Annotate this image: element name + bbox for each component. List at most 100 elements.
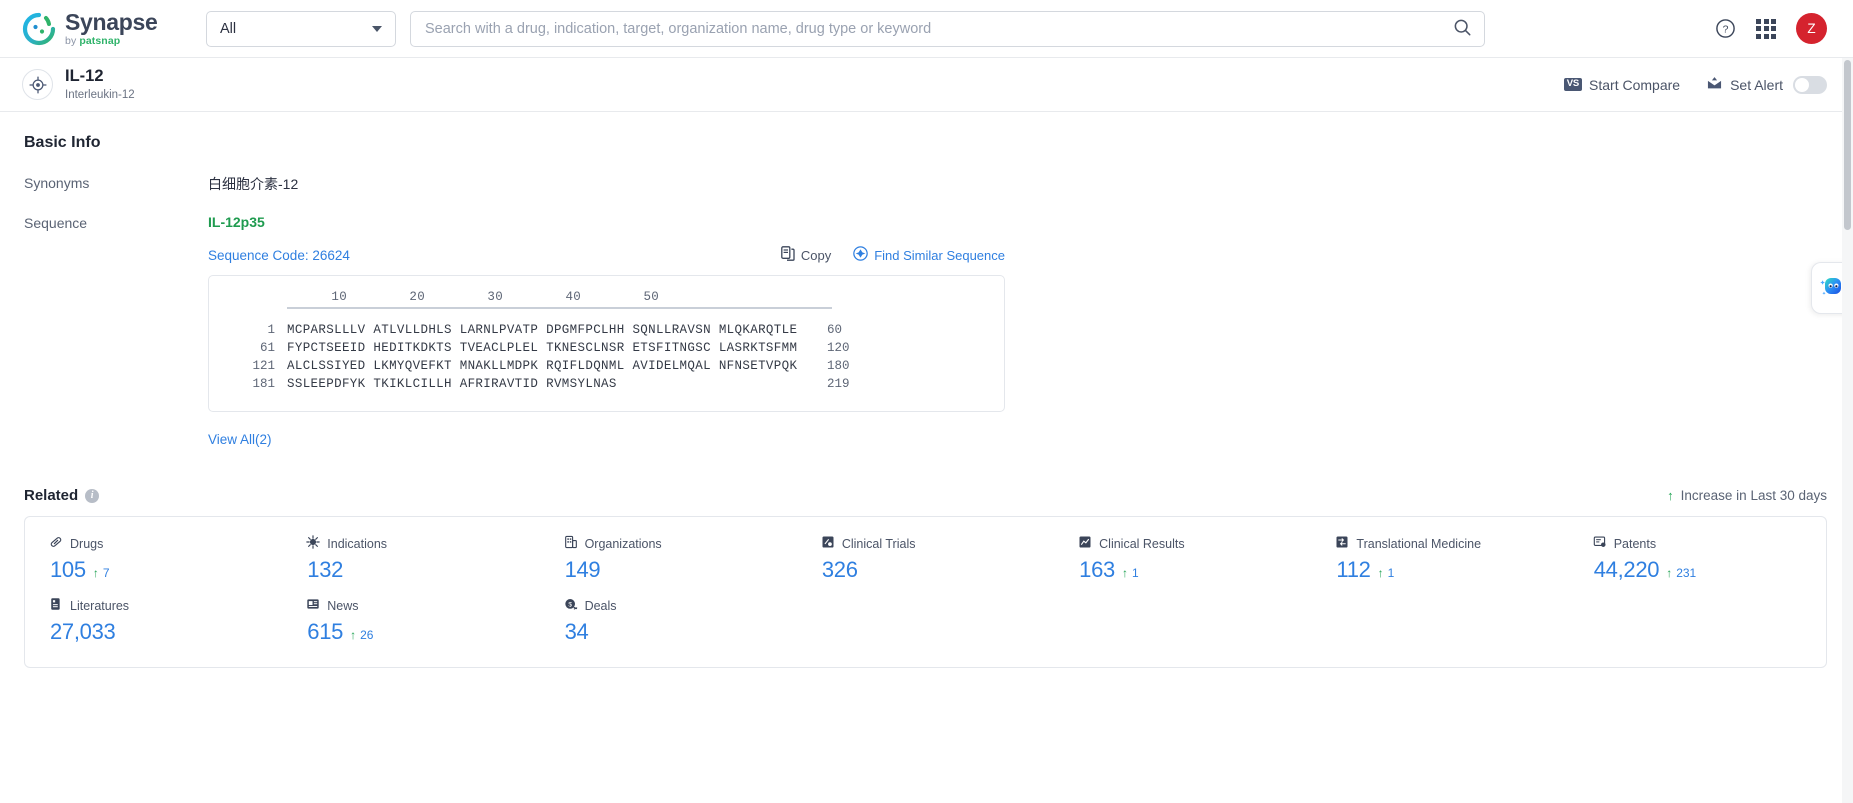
global-search-box[interactable] — [410, 10, 1485, 47]
find-similar-sequence-button[interactable]: Find Similar Sequence — [853, 246, 1005, 264]
up-arrow-icon: ↑ — [1666, 566, 1673, 580]
metric-clinical-results[interactable]: Clinical Results 163 ↑ 1 — [1054, 535, 1311, 583]
entity-alias: Interleukin-12 — [65, 88, 135, 101]
sequence-row: Sequence IL-12p35 Sequence Code: 26624 C… — [24, 214, 1827, 449]
metric-literatures-value-row: 27,033 — [49, 619, 282, 645]
metric-patents[interactable]: Patents 44,220 ↑ 231 — [1569, 535, 1826, 583]
page-title: IL-12 — [65, 66, 104, 85]
target-icon — [22, 69, 53, 100]
metric-literatures[interactable]: Literatures 27,033 — [25, 597, 282, 645]
info-icon[interactable]: i — [85, 488, 100, 503]
metric-indications[interactable]: Indications 132 — [282, 535, 539, 583]
metric-organizations[interactable]: Organizations 149 — [540, 535, 797, 583]
metric-patents-value[interactable]: 44,220 — [1594, 557, 1660, 583]
sequence-end-index: 180 — [827, 359, 850, 373]
metric-clinical-trials[interactable]: Clinical Trials 326 — [797, 535, 1054, 583]
metric-clinical-trials-value[interactable]: 326 — [822, 557, 858, 583]
set-alert-label: Set Alert — [1730, 76, 1783, 93]
metric-translational-medicine-delta: ↑ 1 — [1378, 566, 1395, 580]
copy-button[interactable]: Copy — [780, 246, 831, 264]
metric-patents-delta: ↑ 231 — [1666, 566, 1696, 580]
metric-patents-delta-value: 231 — [1676, 566, 1697, 580]
metric-clinical-trials-header[interactable]: Clinical Trials — [821, 535, 1054, 552]
vs-badge-icon: VS — [1563, 77, 1583, 92]
metric-deals-header[interactable]: $ Deals — [564, 597, 797, 614]
metric-news[interactable]: News 615 ↑ 26 — [282, 597, 539, 645]
metric-patents-header[interactable]: Patents — [1593, 535, 1826, 552]
metric-indications-header[interactable]: Indications — [306, 535, 539, 552]
up-arrow-icon: ↑ — [1667, 488, 1674, 503]
metric-clinical-results-value[interactable]: 163 — [1079, 557, 1115, 583]
metric-deals[interactable]: $ Deals 34 — [540, 597, 797, 645]
virus-icon — [306, 535, 321, 552]
metric-deals-value-row: 34 — [564, 619, 797, 645]
scrollbar-thumb[interactable] — [1844, 60, 1851, 230]
up-arrow-icon: ↑ — [1377, 566, 1384, 580]
sequence-end-index: 120 — [827, 341, 850, 355]
sequence-residues: FYPCTSEEID HEDITKDKTS TVEACLPLEL TKNESCL… — [287, 341, 798, 355]
help-circle-icon[interactable]: ? — [1715, 18, 1736, 39]
sequence-lines: 1 MCPARSLLLV ATLVLLDHLS LARNLPVATP DPGMF… — [229, 323, 984, 391]
metric-translational-medicine-header[interactable]: Translational Medicine — [1335, 535, 1568, 552]
entity-header-bar: IL-12 Interleukin-12 VS Start Compare Se… — [0, 58, 1853, 112]
synonyms-value: 白细胞介素-12 — [208, 176, 299, 192]
up-arrow-icon: ↑ — [92, 566, 99, 580]
metric-news-header[interactable]: News — [306, 597, 539, 614]
top-actions: ? Z — [1715, 13, 1853, 44]
patent-icon — [1593, 535, 1607, 552]
search-submit-button[interactable] — [1440, 12, 1484, 46]
find-similar-label: Find Similar Sequence — [874, 247, 1005, 263]
metric-literatures-header[interactable]: Literatures — [49, 597, 282, 614]
sequence-start-index: 61 — [259, 341, 275, 355]
metric-news-value[interactable]: 615 — [307, 619, 343, 645]
sequence-code-link[interactable]: Sequence Code: 26624 — [208, 248, 350, 263]
page-scrollbar[interactable] — [1842, 58, 1853, 803]
user-avatar[interactable]: Z — [1796, 13, 1827, 44]
metric-drugs-header[interactable]: Drugs — [49, 535, 282, 552]
metric-organizations-header[interactable]: Organizations — [564, 535, 797, 552]
sequence-line: 1 MCPARSLLLV ATLVLLDHLS LARNLPVATP DPGMF… — [229, 323, 984, 337]
page-content: Basic Info Synonyms 白细胞介素-12 Sequence IL… — [0, 112, 1853, 668]
metric-news-delta: ↑ 26 — [350, 628, 373, 642]
deal-icon: $ — [564, 597, 578, 614]
metric-translational-medicine-value-row: 112 ↑ 1 — [1335, 557, 1568, 583]
brand-logo-link[interactable]: Synapse by patsnap — [22, 10, 198, 47]
start-compare-button[interactable]: VS Start Compare — [1563, 77, 1680, 93]
metric-drugs-delta: ↑ 7 — [93, 566, 110, 580]
synonyms-row: Synonyms 白细胞介素-12 — [24, 174, 1827, 194]
metric-clinical-results-header[interactable]: Clinical Results — [1078, 535, 1311, 552]
apps-grid-icon[interactable] — [1756, 18, 1776, 39]
metric-indications-value[interactable]: 132 — [307, 557, 343, 583]
metric-translational-medicine[interactable]: Translational Medicine 112 ↑ 1 — [1311, 535, 1568, 583]
set-alert-control[interactable]: Set Alert — [1706, 75, 1827, 94]
metric-patents-label: Patents — [1613, 536, 1657, 551]
sequence-residues: SSLEEPDFYK TKIKLCILLH AFRIRAVTID RVMSYLN… — [287, 377, 617, 391]
view-all-sequences-link[interactable]: View All(2) — [208, 432, 272, 447]
metric-translational-medicine-value[interactable]: 112 — [1336, 557, 1370, 583]
search-category-value: All — [220, 20, 237, 37]
alert-bell-icon — [1706, 76, 1723, 94]
sequence-line: 181 SSLEEPDFYK TKIKLCILLH AFRIRAVTID RVM… — [229, 377, 984, 391]
sequence-start-index: 1 — [267, 323, 275, 337]
metric-news-delta-value: 26 — [360, 628, 374, 642]
related-header: Related i ↑ Increase in Last 30 days — [24, 487, 1827, 504]
transfer-icon — [1335, 535, 1349, 552]
search-input[interactable] — [411, 11, 1440, 46]
metric-clinical-results-label: Clinical Results — [1099, 536, 1185, 551]
up-arrow-icon: ↑ — [1121, 566, 1128, 580]
metric-literatures-value[interactable]: 27,033 — [50, 619, 116, 645]
metric-organizations-value[interactable]: 149 — [565, 557, 601, 583]
metric-deals-label: Deals — [584, 598, 617, 613]
synapse-logo-icon — [22, 12, 56, 46]
sequence-line: 61 FYPCTSEEID HEDITKDKTS TVEACLPLEL TKNE… — [229, 341, 984, 355]
sequence-start-index: 121 — [252, 359, 275, 373]
search-icon — [1453, 18, 1472, 40]
set-alert-toggle[interactable] — [1793, 75, 1827, 94]
metric-organizations-label: Organizations — [584, 536, 662, 551]
search-category-select[interactable]: All — [206, 10, 396, 47]
metric-drugs[interactable]: Drugs 105 ↑ 7 — [25, 535, 282, 583]
book-icon — [49, 597, 63, 614]
metric-deals-value[interactable]: 34 — [565, 619, 589, 645]
metric-drugs-value[interactable]: 105 — [50, 557, 86, 583]
sequence-toolbar: Sequence Code: 26624 Copy Find Similar S… — [208, 246, 1005, 264]
